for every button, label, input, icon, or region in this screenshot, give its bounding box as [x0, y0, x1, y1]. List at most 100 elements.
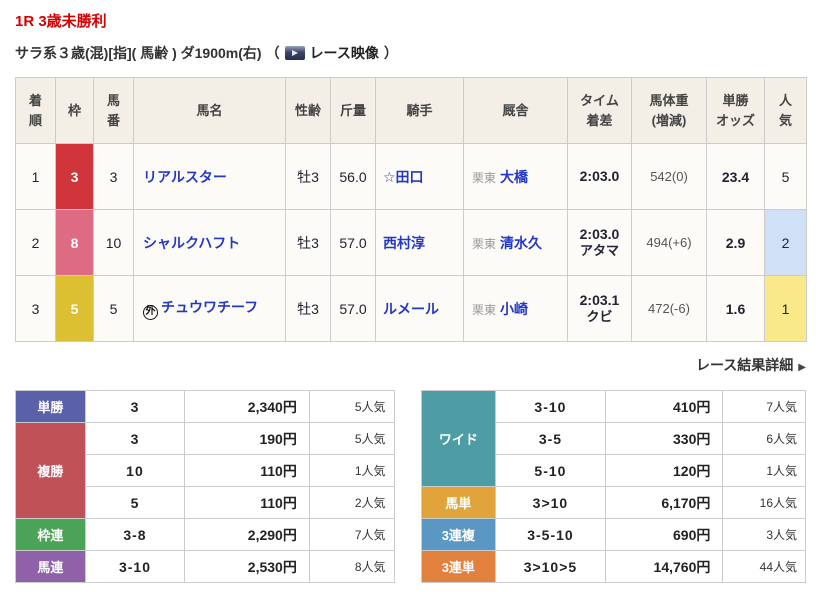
stable-cell: 栗東 清水久: [463, 209, 568, 276]
table-row: 2 8 10 シャルクハフト 牡3 57.0 西村淳 栗東 清水久 2:03.0 ア…: [15, 209, 807, 276]
race-conditions-row: サラ系３歳(混)[指]( 馬齢 ) ダ1900m(右) （ レース映像 ）: [15, 43, 806, 63]
rank-cell: 3: [15, 275, 56, 342]
stable-cell: 栗東 小崎: [463, 275, 568, 342]
payout-table-left: 単勝 3 2,340円 5人気 複勝 3 190円 5人気 10 110円 1人…: [15, 390, 395, 583]
horse-name-link[interactable]: シャルクハフト: [143, 235, 240, 251]
payout-combo-cell: 10: [84, 454, 186, 487]
payout-amount-cell: 14,760円: [604, 550, 724, 583]
bracket-cell: 3: [55, 143, 94, 210]
race-title: 1R 3歳未勝利: [15, 13, 107, 30]
jockey-link[interactable]: ☆田口: [383, 169, 424, 185]
horse-number-cell: 10: [93, 209, 134, 276]
horse-number-cell: 5: [93, 275, 134, 342]
payout-type-cell: 単勝: [15, 390, 86, 423]
payout-row-trio: 3連複 3-5-10 690円 3人気: [420, 518, 806, 551]
paren-open: （: [265, 45, 280, 61]
payout-combo-cell: 3-5-10: [495, 518, 606, 551]
race-video-wrap: （ レース映像 ）: [266, 43, 398, 63]
payout-combo-cell: 3>10>5: [495, 550, 606, 583]
payout-popularity-cell: 5人気: [308, 422, 395, 455]
payout-row-bracket-quinella: 枠連 3-8 2,290円 7人気: [15, 518, 395, 551]
time-value: 2:03.0: [579, 225, 620, 242]
time-cell: 2:03.0 アタマ: [567, 209, 632, 276]
detail-link-label: レース結果詳細: [695, 357, 794, 373]
time-value: 2:03.1: [579, 291, 620, 308]
stable-region: 栗東: [472, 302, 497, 317]
payout-row-wide: ワイド 3-10 410円 7人気: [420, 390, 806, 487]
col-header-bracket: 枠: [55, 77, 94, 144]
table-row: 3 5 5 外チュウワチーフ 牡3 57.0 ルメール 栗東 小崎 2:03.1 ク…: [15, 275, 807, 342]
payout-type-cell: 馬連: [15, 550, 86, 583]
payout-popularity-cell: 7人気: [722, 390, 806, 423]
jockey-cell: ルメール: [375, 275, 464, 342]
col-header-sexage: 性齢: [285, 77, 331, 144]
table-row: 1 3 3 リアルスター 牡3 56.0 ☆田口 栗東 大橋 2:03.0 542…: [15, 143, 807, 210]
payout-combo-cell: 3-10: [84, 550, 186, 583]
payout-popularity-cell: 5人気: [308, 390, 395, 423]
popularity-cell: 1: [764, 275, 807, 342]
weight-cell: 57.0: [330, 209, 376, 276]
time-cell: 2:03.0: [567, 143, 632, 210]
weight-cell: 56.0: [330, 143, 376, 210]
payout-popularity-cell: 6人気: [722, 422, 806, 455]
time-value: 2:03.0: [579, 168, 620, 185]
payout-type-cell: 枠連: [15, 518, 86, 551]
payout-popularity-cell: 44人気: [722, 550, 806, 583]
payout-combo-cell: 3: [84, 422, 186, 455]
horse-name-link[interactable]: チュウワチーフ: [161, 299, 258, 315]
payout-amount-cell: 2,340円: [184, 390, 310, 423]
horse-name-cell: シャルクハフト: [133, 209, 286, 276]
stable-link[interactable]: 清水久: [500, 235, 542, 251]
sexage-cell: 牡3: [285, 143, 331, 210]
payout-amount-cell: 2,530円: [184, 550, 310, 583]
sexage-cell: 牡3: [285, 275, 331, 342]
jockey-cell: ☆田口: [375, 143, 464, 210]
jockey-link[interactable]: ルメール: [383, 301, 439, 317]
payout-popularity-cell: 2人気: [308, 486, 395, 519]
jockey-link[interactable]: 西村淳: [383, 235, 425, 251]
horse-name-link[interactable]: リアルスター: [143, 169, 227, 185]
payout-popularity-cell: 8人気: [308, 550, 395, 583]
stable-link[interactable]: 大橋: [500, 169, 528, 185]
payout-amount-cell: 120円: [604, 454, 724, 487]
col-header-stable: 厩舎: [463, 77, 568, 144]
payout-amount-cell: 110円: [184, 486, 310, 519]
stable-cell: 栗東 大橋: [463, 143, 568, 210]
stable-link[interactable]: 小崎: [500, 301, 528, 317]
race-results-table: 着 順 枠 馬 番 馬名 性齢 斤量 騎手 厩舎 タイム 着差 馬体重 (増減)…: [15, 77, 807, 342]
race-conditions: サラ系３歳(混)[指]( 馬齢 ) ダ1900m(右): [15, 45, 262, 61]
payout-row-trifecta: 3連単 3>10>5 14,760円 44人気: [420, 550, 806, 583]
paren-close: ）: [383, 45, 398, 61]
col-header-popularity: 人 気: [764, 77, 807, 144]
weight-cell: 57.0: [330, 275, 376, 342]
foreign-bred-mark: 外: [143, 304, 158, 320]
jockey-cell: 西村淳: [375, 209, 464, 276]
payout-popularity-cell: 3人気: [722, 518, 806, 551]
payout-amount-cell: 6,170円: [604, 486, 724, 519]
results-header-row: 着 順 枠 馬 番 馬名 性齢 斤量 騎手 厩舎 タイム 着差 馬体重 (増減)…: [15, 77, 807, 144]
col-header-rank: 着 順: [15, 77, 56, 144]
payout-popularity-cell: 7人気: [308, 518, 395, 551]
payout-popularity-cell: 16人気: [722, 486, 806, 519]
col-header-jockey: 騎手: [375, 77, 464, 144]
payout-type-cell: ワイド: [420, 390, 497, 487]
bodyweight-cell: 494(+6): [631, 209, 707, 276]
popularity-cell: 5: [764, 143, 807, 210]
payout-row-exacta: 馬単 3>10 6,170円 16人気: [420, 486, 806, 519]
payout-amount-cell: 110円: [184, 454, 310, 487]
col-header-bodyweight: 馬体重 (増減): [631, 77, 707, 144]
payout-combo-cell: 5-10: [495, 454, 606, 487]
race-result-detail-link[interactable]: レース結果詳細 ▶: [696, 357, 806, 373]
odds-cell: 2.9: [706, 209, 765, 276]
rank-cell: 2: [15, 209, 56, 276]
payout-section: 単勝 3 2,340円 5人気 複勝 3 190円 5人気 10 110円 1人…: [15, 390, 806, 583]
payout-type-cell: 馬単: [420, 486, 497, 519]
horse-name-cell: リアルスター: [133, 143, 286, 210]
payout-row-win: 単勝 3 2,340円 5人気: [15, 390, 395, 423]
payout-row-place: 複勝 3 190円 5人気: [15, 422, 395, 519]
bracket-cell: 5: [55, 275, 94, 342]
bracket-cell: 8: [55, 209, 94, 276]
margin-value: アタマ: [579, 243, 619, 259]
race-video-link[interactable]: レース映像: [310, 43, 379, 63]
page-container: 1R 3歳未勝利 サラ系３歳(混)[指]( 馬齢 ) ダ1900m(右) （ レ…: [0, 0, 821, 583]
